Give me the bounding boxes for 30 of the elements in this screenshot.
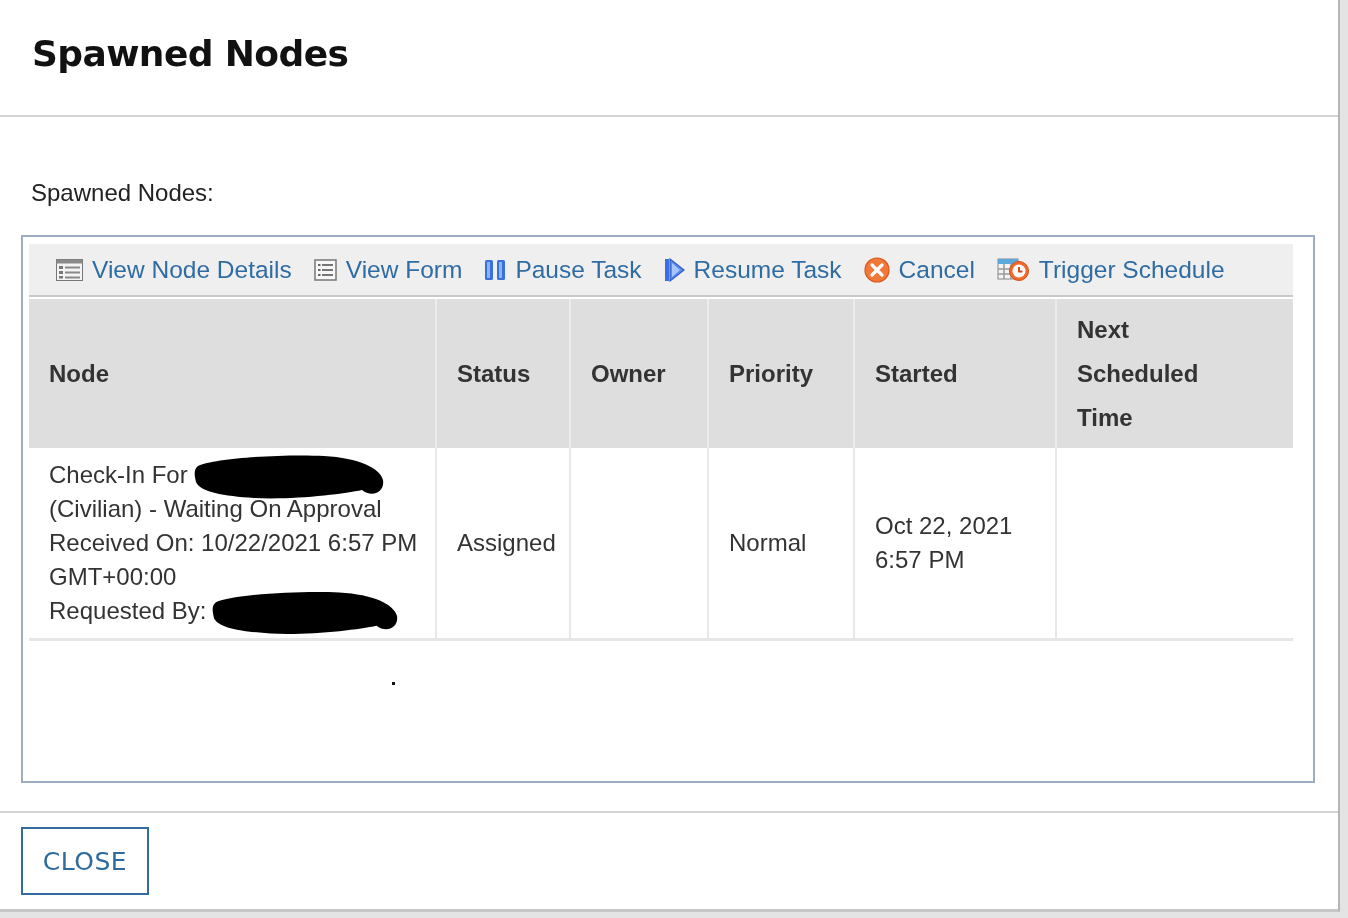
play-arrow-icon (663, 257, 685, 282)
form-icon (313, 258, 337, 281)
toolbar-link[interactable]: Trigger Schedule (996, 254, 1225, 285)
toolbar-link[interactable]: View Node Details (56, 254, 292, 285)
column-header[interactable]: Started (854, 299, 1056, 448)
dialog-title: Spawned Nodes (32, 33, 349, 74)
toolbar-link[interactable]: View Form (313, 254, 463, 285)
pause-icon (484, 258, 507, 281)
column-header[interactable]: Node (29, 299, 436, 448)
toolbar-link[interactable]: Resume Task (663, 254, 842, 285)
toolbar-link[interactable]: Pause Task (484, 254, 642, 285)
section-label: Spawned Nodes: (31, 179, 214, 208)
node-text: GMT+00:00 (49, 563, 177, 590)
cancel-icon (863, 256, 890, 283)
status-text: Assigned (457, 528, 556, 558)
close-button[interactable]: CLOSE (21, 827, 149, 895)
node-text: (Civilian) - Waiting On Approval (49, 495, 382, 522)
started-text: Oct 22, 2021 6:57 PM (875, 511, 1014, 575)
column-header[interactable]: Next Scheduled Time (1056, 299, 1293, 448)
node-text: Check-In For (49, 461, 188, 488)
node-text: Received On: 10/22/2021 6:57 PM (49, 529, 418, 556)
dot-mark (392, 682, 395, 685)
priority-text: Normal (729, 528, 807, 558)
toolbar-link[interactable]: Cancel (863, 254, 975, 285)
column-header[interactable]: Owner (570, 299, 708, 448)
list-icon (56, 258, 83, 281)
column-header[interactable]: Priority (708, 299, 854, 448)
calendar-clock-icon (996, 256, 1030, 283)
column-header[interactable]: Status (436, 299, 570, 448)
node-text: Requested By: (49, 597, 207, 624)
